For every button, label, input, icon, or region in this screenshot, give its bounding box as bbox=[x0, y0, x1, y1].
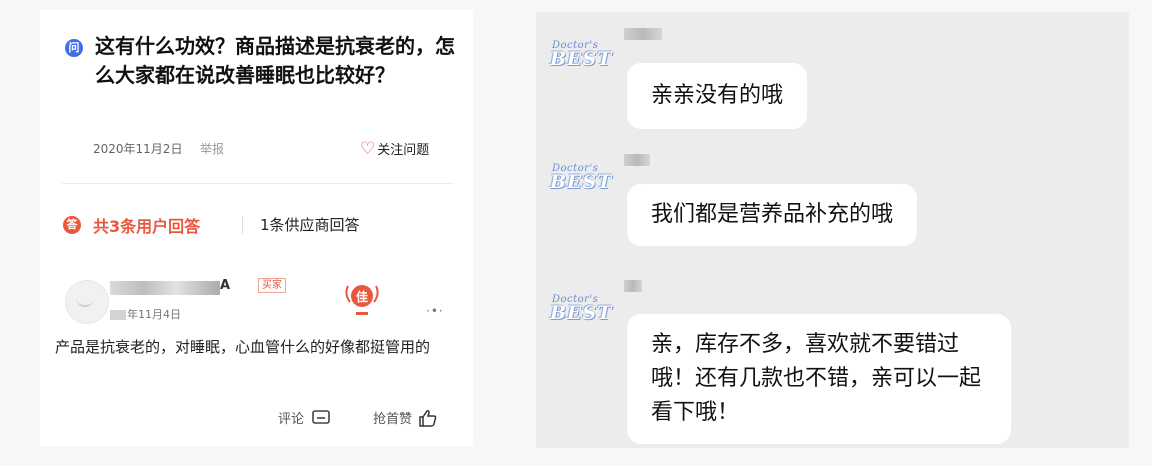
thumbs-up-icon bbox=[419, 409, 437, 427]
divider bbox=[62, 183, 454, 184]
follow-label: 关注问题 bbox=[377, 143, 430, 158]
seller-logo: Doctor's BEST bbox=[550, 294, 613, 324]
chat-panel: Doctor's BEST 亲亲没有的哦 Doctor's BEST 我们都是营… bbox=[536, 12, 1129, 448]
answer-date: 年11月4日 bbox=[110, 306, 181, 322]
user-name-suffix: A bbox=[220, 278, 231, 293]
chat-message: 我们都是营养品补充的哦 bbox=[627, 184, 918, 246]
report-link[interactable]: 举报 bbox=[200, 140, 224, 157]
chat-message: 亲亲没有的哦 bbox=[627, 63, 808, 129]
tab-user-answers[interactable]: 共3条用户回答 bbox=[93, 213, 200, 237]
qa-panel: 问 这有什么功效？商品描述是抗衰老的，怎么大家都在说改善睡眠也比较好？ 2020… bbox=[40, 10, 473, 446]
best-answer-badge-icon: 佳 bbox=[345, 285, 379, 315]
question-title: 这有什么功效？商品描述是抗衰老的，怎么大家都在说改善睡眠也比较好？ bbox=[95, 34, 455, 87]
comment-button[interactable]: 评论 bbox=[278, 408, 330, 427]
seller-logo: Doctor's BEST bbox=[550, 40, 613, 70]
like-label: 抢首赞 bbox=[373, 412, 413, 427]
question-icon: 问 bbox=[65, 39, 83, 57]
seller-logo: Doctor's BEST bbox=[550, 163, 613, 193]
comment-icon bbox=[312, 409, 330, 424]
answer-icon: 答 bbox=[63, 216, 81, 234]
user-name-blurred bbox=[110, 281, 220, 295]
question-date: 2020年11月2日 bbox=[93, 142, 183, 156]
answer-text: 产品是抗衰老的，对睡眠，心血管什么的好像都挺管用的 bbox=[55, 338, 431, 356]
chat-message: 亲，库存不多，喜欢就不要错过哦！还有几款也不错，亲可以一起看下哦！ bbox=[627, 314, 1011, 444]
like-button[interactable]: 抢首赞 bbox=[373, 408, 438, 427]
comment-label: 评论 bbox=[278, 412, 305, 427]
follow-question-button[interactable]: ♡ 关注问题 bbox=[360, 139, 429, 158]
heart-icon: ♡ bbox=[360, 138, 376, 159]
tab-supplier-answers[interactable]: 1条供应商回答 bbox=[260, 214, 360, 235]
sender-name-blurred bbox=[624, 154, 650, 166]
more-options-icon[interactable]: ·•· bbox=[426, 304, 444, 318]
badge-label: 佳 bbox=[356, 289, 368, 304]
buyer-tag: 买家 bbox=[258, 278, 286, 293]
avatar[interactable] bbox=[65, 280, 109, 324]
sender-name-blurred bbox=[624, 28, 662, 40]
sender-name-blurred bbox=[624, 280, 642, 292]
tab-separator bbox=[242, 216, 243, 234]
